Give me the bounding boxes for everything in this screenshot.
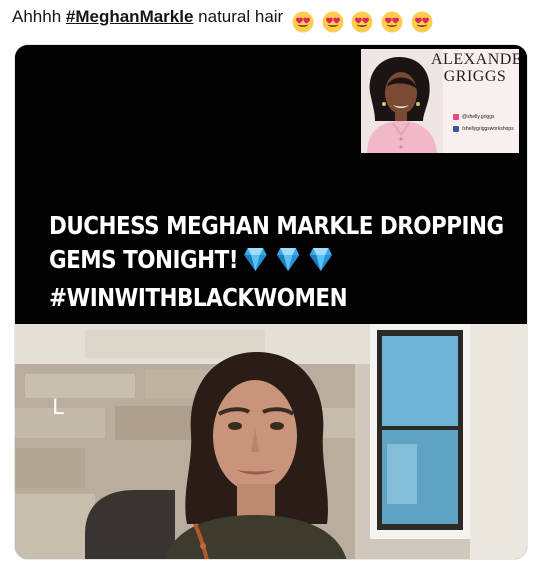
headline-overlay: DUCHESS MEGHAN MARKLE DROPPING GEMS TONI… [49, 209, 504, 315]
emoji-group [292, 8, 436, 34]
headline-line3: #WINWITHBLACKWOMEN [49, 283, 348, 312]
tweet-text: Ahhhh #MeghanMarkle natural hair [12, 4, 532, 33]
instagram-icon [453, 114, 459, 120]
gem-stone-icon [309, 248, 332, 271]
facebook-icon [453, 126, 459, 132]
promo-name-line1: ALEXANDER [431, 51, 519, 68]
promo-social-links: @shelly.griggs /shellygriggsworkshops [453, 111, 514, 135]
promo-name: ALEXANDER GRIGGS [431, 51, 519, 85]
headline-line1: DUCHESS MEGHAN MARKLE DROPPING [49, 211, 504, 240]
video-scene-image [15, 324, 527, 559]
heart-eyes-emoji-icon [292, 11, 314, 33]
tweet-media-card[interactable]: ALEXANDER GRIGGS @shelly.griggs /shellyg… [14, 44, 528, 560]
heart-eyes-emoji-icon [411, 11, 433, 33]
participant-initial: L [52, 395, 64, 419]
gem-stone-icon [276, 248, 300, 271]
video-frame [15, 324, 527, 559]
promo-name-line2: GRIGGS [443, 68, 507, 85]
headline-line2: GEMS TONIGHT! [49, 245, 239, 274]
promo-instagram-handle: @shelly.griggs [462, 113, 495, 120]
heart-eyes-emoji-icon [381, 11, 403, 33]
heart-eyes-emoji-icon [322, 11, 344, 33]
tweet-text-suffix: natural hair [193, 7, 284, 26]
hashtag-link[interactable]: #MeghanMarkle [66, 7, 194, 26]
tweet-text-prefix: Ahhhh [12, 7, 66, 26]
promo-facebook-handle: /shellygriggsworkshops [462, 125, 514, 132]
heart-eyes-emoji-icon [351, 11, 373, 33]
promo-thumbnail: ALEXANDER GRIGGS @shelly.griggs /shellyg… [361, 49, 519, 153]
gem-stone-icon [244, 248, 267, 271]
gem-emoji-group [243, 246, 334, 281]
